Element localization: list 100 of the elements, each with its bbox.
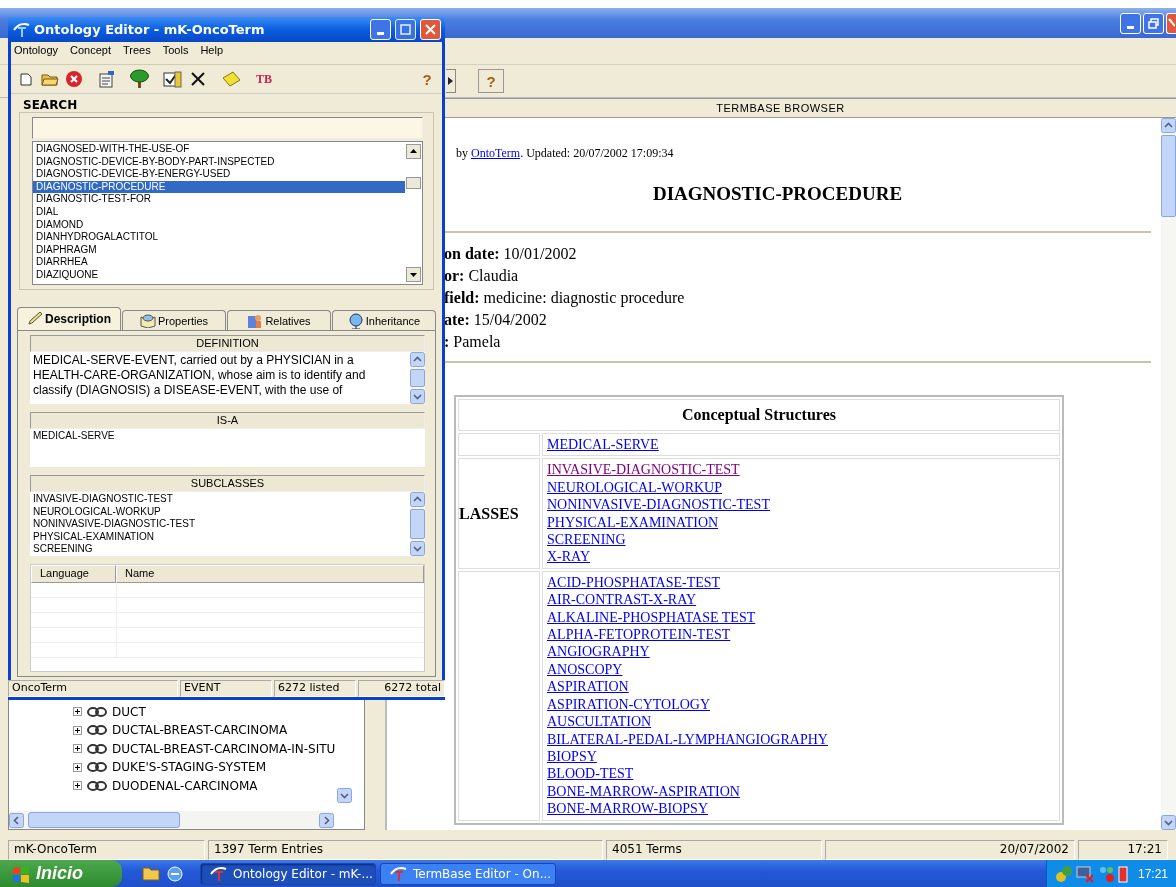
- scroll-thumb[interactable]: [410, 509, 425, 539]
- expander-icon: [73, 781, 82, 791]
- status-field: 6272 total: [358, 680, 445, 697]
- minimize-icon: [377, 32, 384, 35]
- list-item[interactable]: NEUROLOGICAL-WORKUP: [33, 505, 407, 519]
- scrollbar[interactable]: [410, 492, 425, 556]
- tab[interactable]: Description: [17, 307, 121, 330]
- concept-link[interactable]: NONINVASIVE-DIAGNOSTIC-TEST: [547, 496, 770, 514]
- tree-item[interactable]: DUODENAL-CARCINOMA: [73, 776, 364, 795]
- concept-link[interactable]: BONE-MARROW-ASPIRATION: [547, 782, 740, 801]
- folder-icon: [142, 864, 160, 881]
- tree-item[interactable]: DUCT: [73, 702, 364, 721]
- arrow-icon: [448, 77, 453, 85]
- concept-link[interactable]: NEUROLOGICAL-WORKUP: [547, 478, 722, 497]
- minimize-button[interactable]: [370, 19, 391, 40]
- list-item[interactable]: DIAZIQUONE: [33, 268, 405, 282]
- close-button[interactable]: [420, 19, 441, 40]
- scrollbar[interactable]: [1161, 118, 1176, 830]
- concept-link[interactable]: BIOPSY: [547, 747, 597, 766]
- tree-item[interactable]: DUKE'S-STAGING-SYSTEM: [73, 758, 364, 777]
- tree-button[interactable]: [127, 67, 151, 91]
- battery-icon: [1118, 864, 1128, 883]
- scrollbar[interactable]: [410, 352, 425, 404]
- help-button[interactable]: ?: [416, 67, 438, 91]
- scroll-thumb[interactable]: [410, 369, 425, 387]
- concept-link[interactable]: ALKALINE-PHOSPHATASE TEST: [547, 608, 756, 627]
- toolbar-button[interactable]: [446, 69, 456, 93]
- maximize-button[interactable]: [395, 19, 416, 40]
- scroll-down-icon: [1161, 815, 1176, 830]
- search-field[interactable]: [32, 117, 423, 139]
- termbase-button[interactable]: TB: [253, 67, 275, 91]
- list-item[interactable]: DIAGNOSTIC-DEVICE-BY-ENERGY-USED: [33, 168, 405, 181]
- expander-icon: [73, 707, 82, 717]
- tab[interactable]: Relatives: [227, 310, 331, 330]
- section-header: DEFINITION: [30, 335, 425, 352]
- minimize-button[interactable]: [1120, 12, 1141, 34]
- start-button[interactable]: Inicio: [0, 860, 122, 887]
- taskbar-button[interactable]: Ontology Editor - mK-...: [200, 862, 376, 885]
- list-item[interactable]: DIAPHRAGM: [33, 243, 405, 257]
- scroll-up-icon: [406, 144, 421, 159]
- tree-item[interactable]: DUCTAL-BREAST-CARCINOMA-IN-SITU: [73, 739, 364, 758]
- list-item[interactable]: DIAGNOSED-WITH-THE-USE-OF: [33, 143, 405, 156]
- window-title: Ontology Editor - mK-OncoTerm: [34, 22, 266, 37]
- concept-link[interactable]: BONE-MARROW-BIOPSY: [547, 800, 708, 818]
- column-header[interactable]: Language: [31, 565, 116, 583]
- menu-item[interactable]: Ontology: [13, 44, 60, 62]
- list-item[interactable]: DIAMOND: [33, 218, 405, 232]
- list-item[interactable]: DIAGNOSTIC-DEVICE-BY-BODY-PART-INSPECTED: [33, 155, 405, 169]
- list-item[interactable]: PHYSICAL-EXAMINATION: [33, 530, 407, 544]
- concept-link[interactable]: BLOOD-TEST: [547, 765, 634, 783]
- concept-icon: [86, 778, 108, 793]
- horizontal-scrollbar[interactable]: [9, 811, 334, 829]
- menu-item[interactable]: Help: [199, 44, 225, 62]
- tab[interactable]: Properties: [122, 310, 226, 330]
- concept-link[interactable]: X-RAY: [547, 548, 591, 566]
- list-item[interactable]: SCREENING: [33, 543, 407, 556]
- metadata-line: on date: 10/01/2002: [444, 244, 578, 264]
- scroll-thumb[interactable]: [406, 177, 421, 189]
- menu-item[interactable]: Concept: [69, 44, 112, 62]
- concept-link[interactable]: SCREENING: [547, 531, 626, 549]
- concept-link[interactable]: AUSCULTATION: [547, 713, 652, 731]
- scroll-up-icon: [1161, 118, 1176, 133]
- metadata-line: ate: 15/04/2002: [444, 310, 548, 330]
- scroll-down-icon: [406, 267, 421, 282]
- concept-link[interactable]: AIR-CONTRAST-X-RAY: [547, 591, 697, 609]
- list-item[interactable]: DIAGNOSTIC-PROCEDURE: [33, 180, 405, 194]
- credit-line: by OntoTerm. Updated: 20/07/2002 17:09:34: [456, 146, 675, 161]
- globe-icon: [347, 312, 364, 329]
- concept-link[interactable]: MEDICAL-SERVE: [547, 436, 659, 454]
- status-field: 4051 Terms: [606, 840, 822, 860]
- tab[interactable]: Inheritance: [332, 310, 436, 330]
- concept-link[interactable]: ANOSCOPY: [547, 660, 623, 679]
- list-item[interactable]: DIARRHEA: [33, 256, 405, 269]
- concept-link[interactable]: ASPIRATION: [547, 678, 629, 696]
- menu-item[interactable]: Tools: [161, 44, 190, 62]
- list-item[interactable]: DIANHYDROGALACTITOL: [33, 231, 405, 244]
- tree-item[interactable]: DUCTAL-BREAST-CARCINOMA: [73, 721, 364, 740]
- concept-link[interactable]: INVASIVE-DIAGNOSTIC-TEST: [547, 461, 740, 479]
- concept-link[interactable]: PHYSICAL-EXAMINATION: [547, 513, 719, 532]
- close-button[interactable]: [1166, 12, 1176, 34]
- concept-link[interactable]: ACID-PHOSPHATASE-TEST: [547, 573, 721, 592]
- concept-link[interactable]: ALPHA-FETOPROTEIN-TEST: [547, 626, 731, 644]
- list-item[interactable]: DIAL: [33, 205, 405, 219]
- list-item[interactable]: NONINVASIVE-DIAGNOSTIC-TEST: [33, 518, 407, 531]
- concept-link[interactable]: ASPIRATION-CYTOLOGY: [547, 695, 711, 714]
- concept-link[interactable]: BILATERAL-PEDAL-LYMPHANGIOGRAPHY: [547, 730, 828, 748]
- restore-button[interactable]: [1143, 12, 1164, 34]
- menu-item[interactable]: Trees: [122, 44, 152, 62]
- help-button[interactable]: ?: [478, 69, 504, 93]
- list-item[interactable]: INVASIVE-DIAGNOSTIC-TEST: [33, 493, 407, 506]
- concept-link[interactable]: ANGIOGRAPHY: [547, 643, 650, 661]
- folder-icon: [41, 71, 59, 87]
- column-header[interactable]: Name: [116, 565, 424, 583]
- list-item[interactable]: DIAGNOSTIC-TEST-FOR: [33, 193, 405, 206]
- tree-icon: [129, 69, 149, 89]
- scrollbar[interactable]: [405, 142, 422, 284]
- scroll-up-icon: [410, 352, 425, 367]
- scroll-thumb[interactable]: [1161, 135, 1176, 217]
- taskbar-button[interactable]: TermBase Editor - On...: [380, 862, 556, 885]
- concept-icon: [86, 723, 108, 738]
